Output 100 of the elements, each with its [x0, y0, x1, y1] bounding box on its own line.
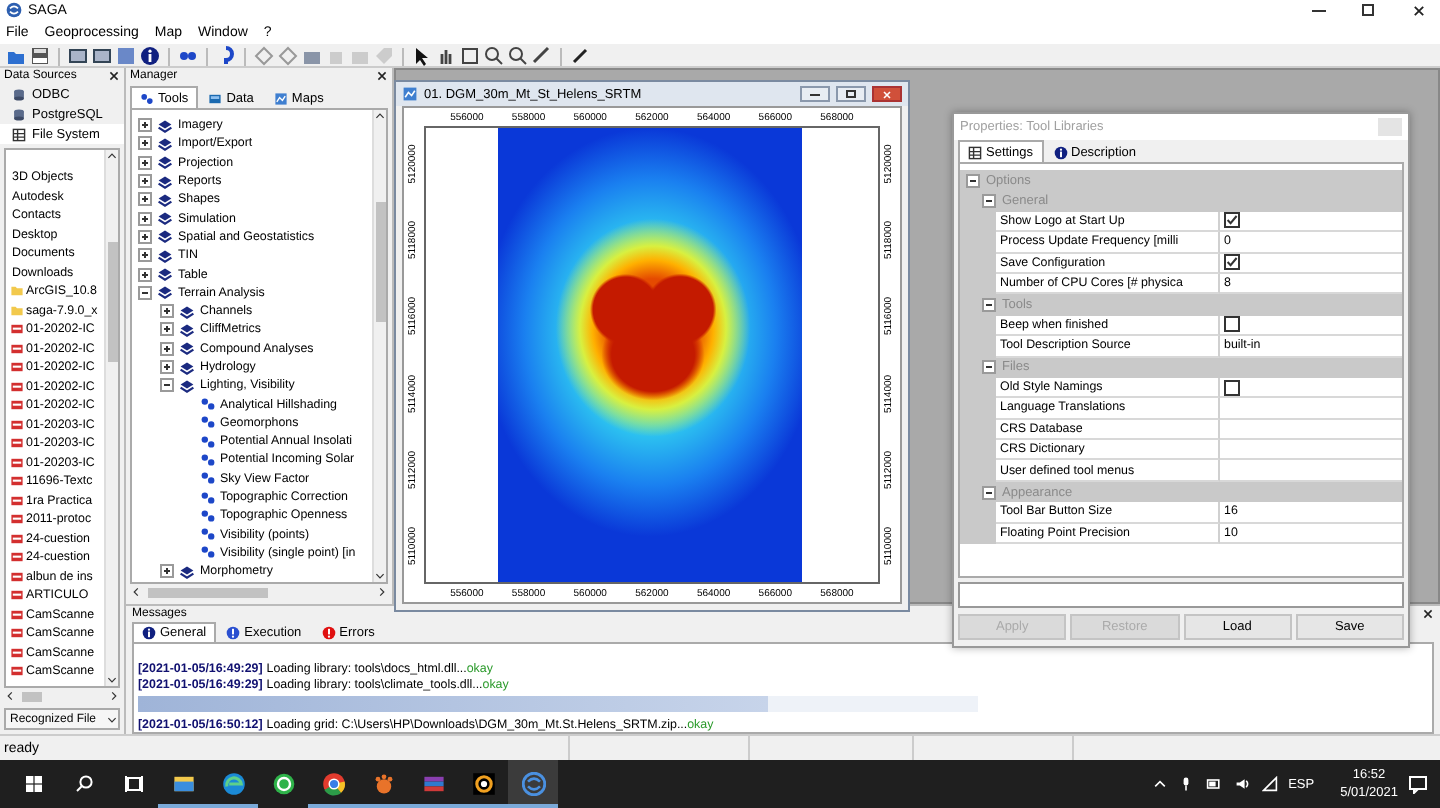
start-button[interactable] [23, 774, 43, 794]
zoom-icon[interactable] [484, 46, 504, 66]
pdf-file-icon [10, 474, 24, 489]
browser-icon [221, 772, 245, 796]
scroll-up-icon [106, 150, 118, 162]
chrome-icon [321, 772, 345, 796]
task-view-icon[interactable] [123, 774, 143, 794]
description-field[interactable] [958, 582, 1404, 608]
property-value-cell[interactable] [1220, 211, 1402, 233]
collapse-toggle-icon[interactable] [982, 360, 996, 375]
collapse-toggle-icon[interactable] [138, 285, 152, 300]
library-icon [156, 228, 174, 245]
library-icon [156, 284, 174, 301]
expand-toggle-icon[interactable] [138, 211, 152, 226]
expand-toggle-icon[interactable] [138, 155, 152, 170]
expand-toggle-icon[interactable] [138, 174, 152, 189]
expand-toggle-icon[interactable] [138, 267, 152, 282]
pointer-icon[interactable] [412, 46, 432, 66]
property-value-cell[interactable] [1220, 315, 1402, 337]
volume-icon[interactable] [1234, 776, 1253, 792]
chevron-up-icon[interactable] [1152, 776, 1169, 792]
close-button[interactable] [872, 86, 902, 102]
save-icon[interactable] [30, 46, 50, 66]
expand-toggle-icon[interactable] [138, 229, 152, 244]
pdf-file-icon [10, 493, 24, 508]
expand-toggle-icon[interactable] [138, 118, 152, 133]
expand-toggle-icon[interactable] [160, 304, 174, 319]
data-icon [208, 91, 223, 105]
close-icon[interactable] [376, 70, 388, 82]
pdf-file-icon [10, 341, 24, 356]
network-icon[interactable] [1262, 776, 1279, 792]
chat-bubble-icon [271, 772, 295, 796]
collapse-toggle-icon[interactable] [982, 194, 996, 209]
link-icon[interactable] [178, 46, 198, 66]
collapse-toggle-icon[interactable] [966, 173, 980, 188]
battery-icon[interactable] [1204, 776, 1225, 792]
expand-toggle-icon[interactable] [160, 564, 174, 579]
notification-icon[interactable] [1408, 774, 1428, 794]
zoom-extent-icon[interactable] [460, 46, 480, 66]
library-icon [156, 117, 174, 134]
library-icon [156, 154, 174, 171]
collapse-toggle-icon[interactable] [982, 298, 996, 313]
expand-toggle-icon[interactable] [138, 136, 152, 151]
property-value-cell[interactable] [1220, 440, 1402, 461]
pdf-file-icon [10, 379, 24, 394]
library-icon [178, 321, 196, 338]
archive-icon [421, 772, 445, 796]
pdf-file-icon [10, 322, 24, 337]
maximize-button[interactable] [836, 86, 866, 102]
import-icon[interactable] [302, 46, 322, 66]
expand-toggle-icon[interactable] [160, 341, 174, 356]
empty-checkbox[interactable] [1224, 316, 1240, 333]
tools-icon [140, 91, 154, 105]
search-icon[interactable] [73, 774, 93, 794]
zoom-icon[interactable] [508, 46, 528, 66]
saga-logo-icon [521, 772, 545, 796]
library-icon [156, 247, 174, 264]
library-icon [156, 173, 174, 190]
library-icon [178, 563, 196, 580]
scrollbar-thumb [107, 242, 117, 362]
map-window-icon [402, 86, 418, 102]
scroll-right-icon [376, 586, 388, 598]
expand-toggle-icon[interactable] [138, 248, 152, 263]
checked-checkbox[interactable] [1224, 212, 1240, 229]
library-icon [178, 377, 196, 394]
collapse-toggle-icon[interactable] [160, 378, 174, 393]
scroll-up-icon [374, 110, 386, 122]
expand-toggle-icon[interactable] [160, 360, 174, 374]
property-value-cell[interactable] [1220, 377, 1402, 399]
info-icon[interactable] [140, 46, 160, 66]
scroll-right-icon [108, 690, 120, 702]
collapse-toggle-icon[interactable] [982, 485, 996, 500]
property-value-cell[interactable] [1220, 460, 1402, 482]
close-icon[interactable] [108, 70, 120, 82]
scroll-left-icon [130, 586, 142, 598]
grid-icon [12, 127, 26, 141]
scroll-left-icon [4, 690, 16, 702]
library-icon [156, 135, 174, 152]
edit-icon[interactable] [570, 46, 590, 66]
library-icon [178, 340, 196, 357]
expand-toggle-icon[interactable] [160, 322, 174, 337]
property-value-cell[interactable] [1220, 398, 1402, 420]
library-icon [178, 303, 196, 320]
checked-checkbox[interactable] [1224, 254, 1240, 271]
scrollbar-thumb [22, 691, 42, 701]
scrollbar-thumb [375, 202, 385, 322]
pdf-file-icon [10, 436, 24, 451]
property-value-cell[interactable] [1220, 419, 1402, 441]
property-value-cell[interactable] [1220, 253, 1402, 274]
expand-toggle-icon[interactable] [138, 192, 152, 207]
camera-icon [471, 772, 495, 796]
pdf-file-icon [10, 360, 24, 375]
scroll-down-icon [374, 570, 386, 582]
scrollbar-thumb [148, 587, 268, 597]
minimize-button[interactable] [800, 86, 830, 102]
close-icon[interactable] [1422, 608, 1434, 620]
caret-icon [106, 713, 118, 725]
close-icon [1411, 3, 1425, 17]
empty-checkbox[interactable] [1224, 379, 1240, 396]
database-icon [12, 87, 26, 101]
